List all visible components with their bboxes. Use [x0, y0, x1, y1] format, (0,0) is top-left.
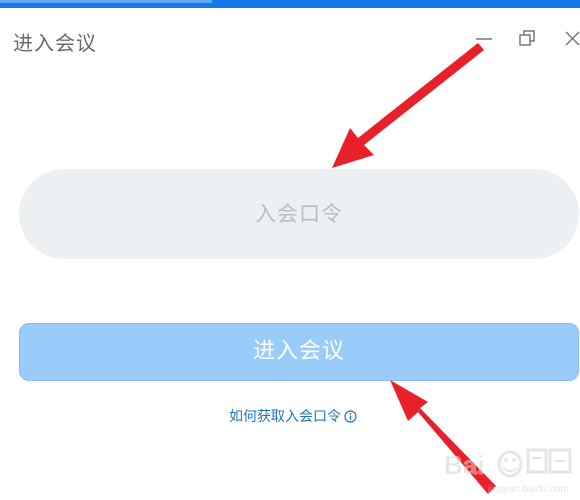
- svg-text:jingyan.baidu.com: jingyan.baidu.com: [487, 484, 569, 495]
- svg-text:Bai: Bai: [444, 450, 484, 480]
- annotation-arrow-to-button: [390, 380, 496, 494]
- baidu-jingyan-logo: Bai jingyan.baidu.com: [440, 440, 576, 496]
